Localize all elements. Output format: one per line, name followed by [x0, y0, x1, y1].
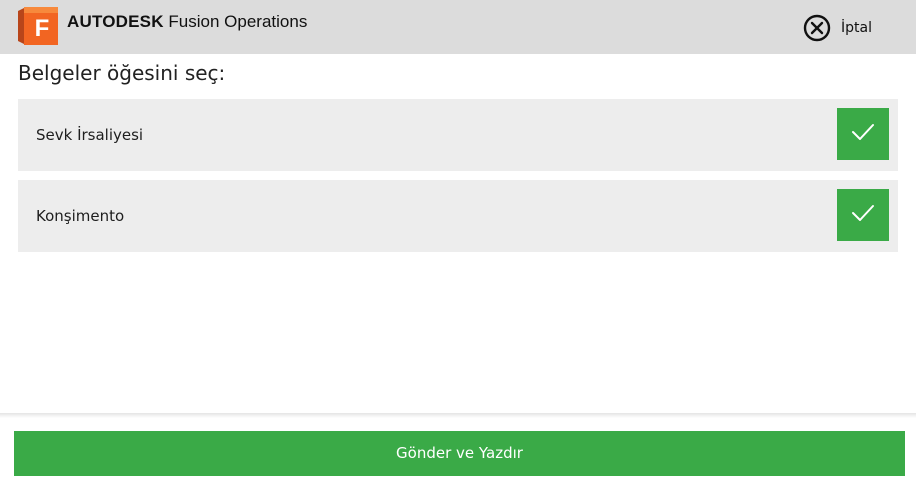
checkmark-icon	[850, 122, 876, 146]
cancel-button[interactable]: İptal	[803, 14, 872, 42]
page-title: Belgeler öğesini seç:	[18, 61, 226, 85]
document-option-label: Konşimento	[36, 207, 125, 225]
close-circle-icon	[803, 14, 831, 42]
logo-letter: F	[35, 15, 50, 42]
brand-product: Fusion Operations	[168, 12, 308, 31]
app-header: F AUTODESK Fusion Operations İptal	[0, 0, 916, 54]
document-option-sevk-irsaliyesi[interactable]: Sevk İrsaliyesi	[18, 99, 898, 171]
fusion-logo-icon: F	[18, 7, 58, 45]
selected-checkbox[interactable]	[837, 108, 889, 160]
brand-autodesk: AUTODESK	[67, 12, 164, 31]
submit-print-button[interactable]: Gönder ve Yazdır	[14, 431, 905, 476]
brand-title: AUTODESK Fusion Operations	[67, 12, 307, 32]
checkmark-icon	[850, 203, 876, 227]
document-option-konsimento[interactable]: Konşimento	[18, 180, 898, 252]
selected-checkbox[interactable]	[837, 189, 889, 241]
cancel-label: İptal	[841, 20, 872, 36]
footer-divider	[0, 413, 916, 418]
document-option-label: Sevk İrsaliyesi	[36, 126, 144, 144]
